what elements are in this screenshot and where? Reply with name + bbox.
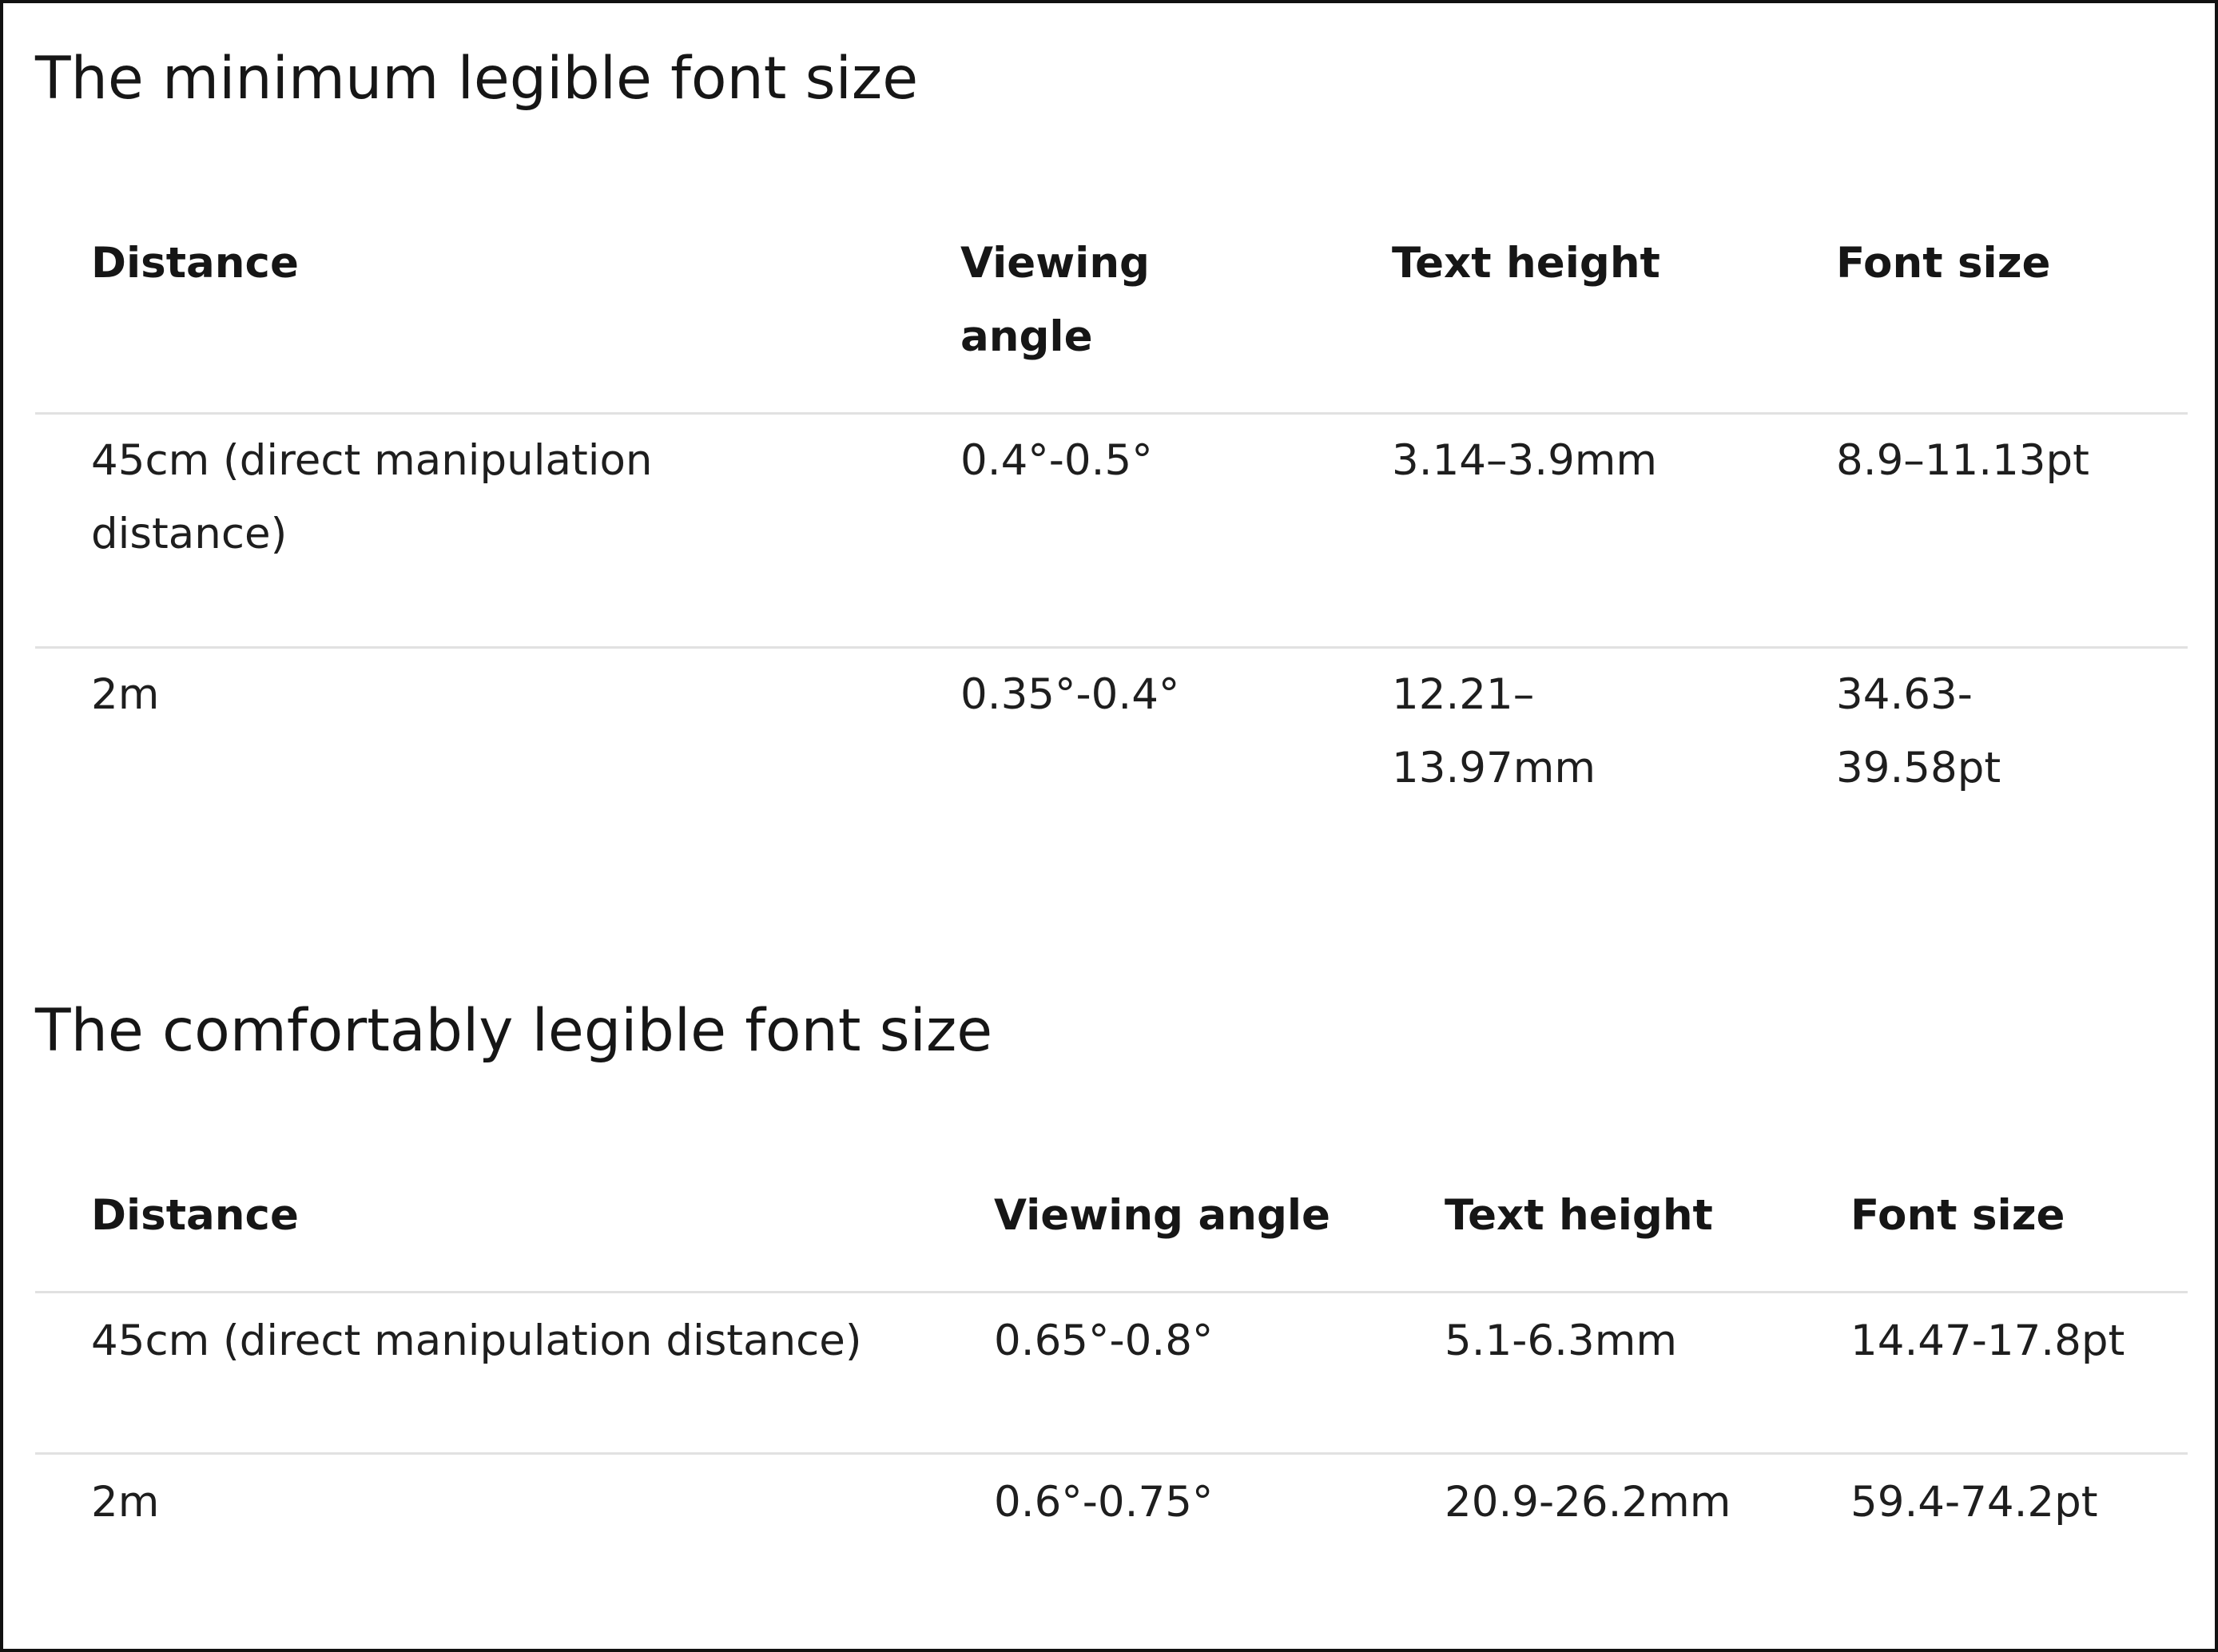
section-title-comfortable: The comfortably legible font size	[35, 997, 993, 1065]
cell-font-size: 59.4-74.2pt	[1850, 1478, 2098, 1527]
table-comfortably-legible: Distance Viewing angle Text height Font …	[35, 1179, 2188, 1614]
cell-font-size: 8.9–11.13pt	[1836, 436, 2089, 485]
section-title-minimum: The minimum legible font size	[35, 45, 919, 113]
header-viewing-angle: Viewing angle	[960, 239, 1150, 361]
table-row: 45cm (direct manipulation distance) 0.4°…	[35, 415, 2188, 649]
header-font-size: Font size	[1850, 1191, 2065, 1240]
cell-viewing-angle: 0.35°-0.4°	[960, 670, 1180, 719]
header-text-height: Text height	[1392, 239, 1660, 288]
cell-text-height: 3.14–3.9mm	[1392, 436, 1658, 485]
cell-viewing-angle: 0.4°-0.5°	[960, 436, 1153, 485]
table-header-row: Distance Viewing angle Text height Font …	[35, 1179, 2188, 1293]
table-row: 2m 0.6°-0.75° 20.9-26.2mm 59.4-74.2pt	[35, 1455, 2188, 1614]
cell-viewing-angle: 0.65°-0.8°	[994, 1316, 1214, 1365]
table-minimum-legible: Distance Viewing angle Text height Font …	[35, 227, 2188, 848]
header-distance: Distance	[91, 1191, 299, 1240]
cell-distance: 2m	[91, 1478, 160, 1527]
cell-viewing-angle: 0.6°-0.75°	[994, 1478, 1214, 1527]
header-distance: Distance	[91, 239, 299, 288]
cell-font-size: 34.63-39.58pt	[1836, 670, 2001, 792]
header-text-height: Text height	[1445, 1191, 1713, 1240]
cell-text-height: 20.9-26.2mm	[1445, 1478, 1731, 1527]
header-font-size: Font size	[1836, 239, 2051, 288]
cell-distance: 45cm (direct manipulation distance)	[91, 1316, 862, 1365]
cell-font-size: 14.47-17.8pt	[1850, 1316, 2125, 1365]
cell-distance: 45cm (direct manipulation distance)	[91, 436, 653, 558]
document-frame: The minimum legible font size Distance V…	[0, 0, 2218, 1652]
table-row: 2m 0.35°-0.4° 12.21–13.97mm 34.63-39.58p…	[35, 649, 2188, 848]
cell-text-height: 12.21–13.97mm	[1392, 670, 1596, 792]
header-viewing-angle: Viewing angle	[994, 1191, 1330, 1240]
table-row: 45cm (direct manipulation distance) 0.65…	[35, 1293, 2188, 1455]
cell-distance: 2m	[91, 670, 160, 719]
cell-text-height: 5.1-6.3mm	[1445, 1316, 1677, 1365]
table-header-row: Distance Viewing angle Text height Font …	[35, 227, 2188, 415]
